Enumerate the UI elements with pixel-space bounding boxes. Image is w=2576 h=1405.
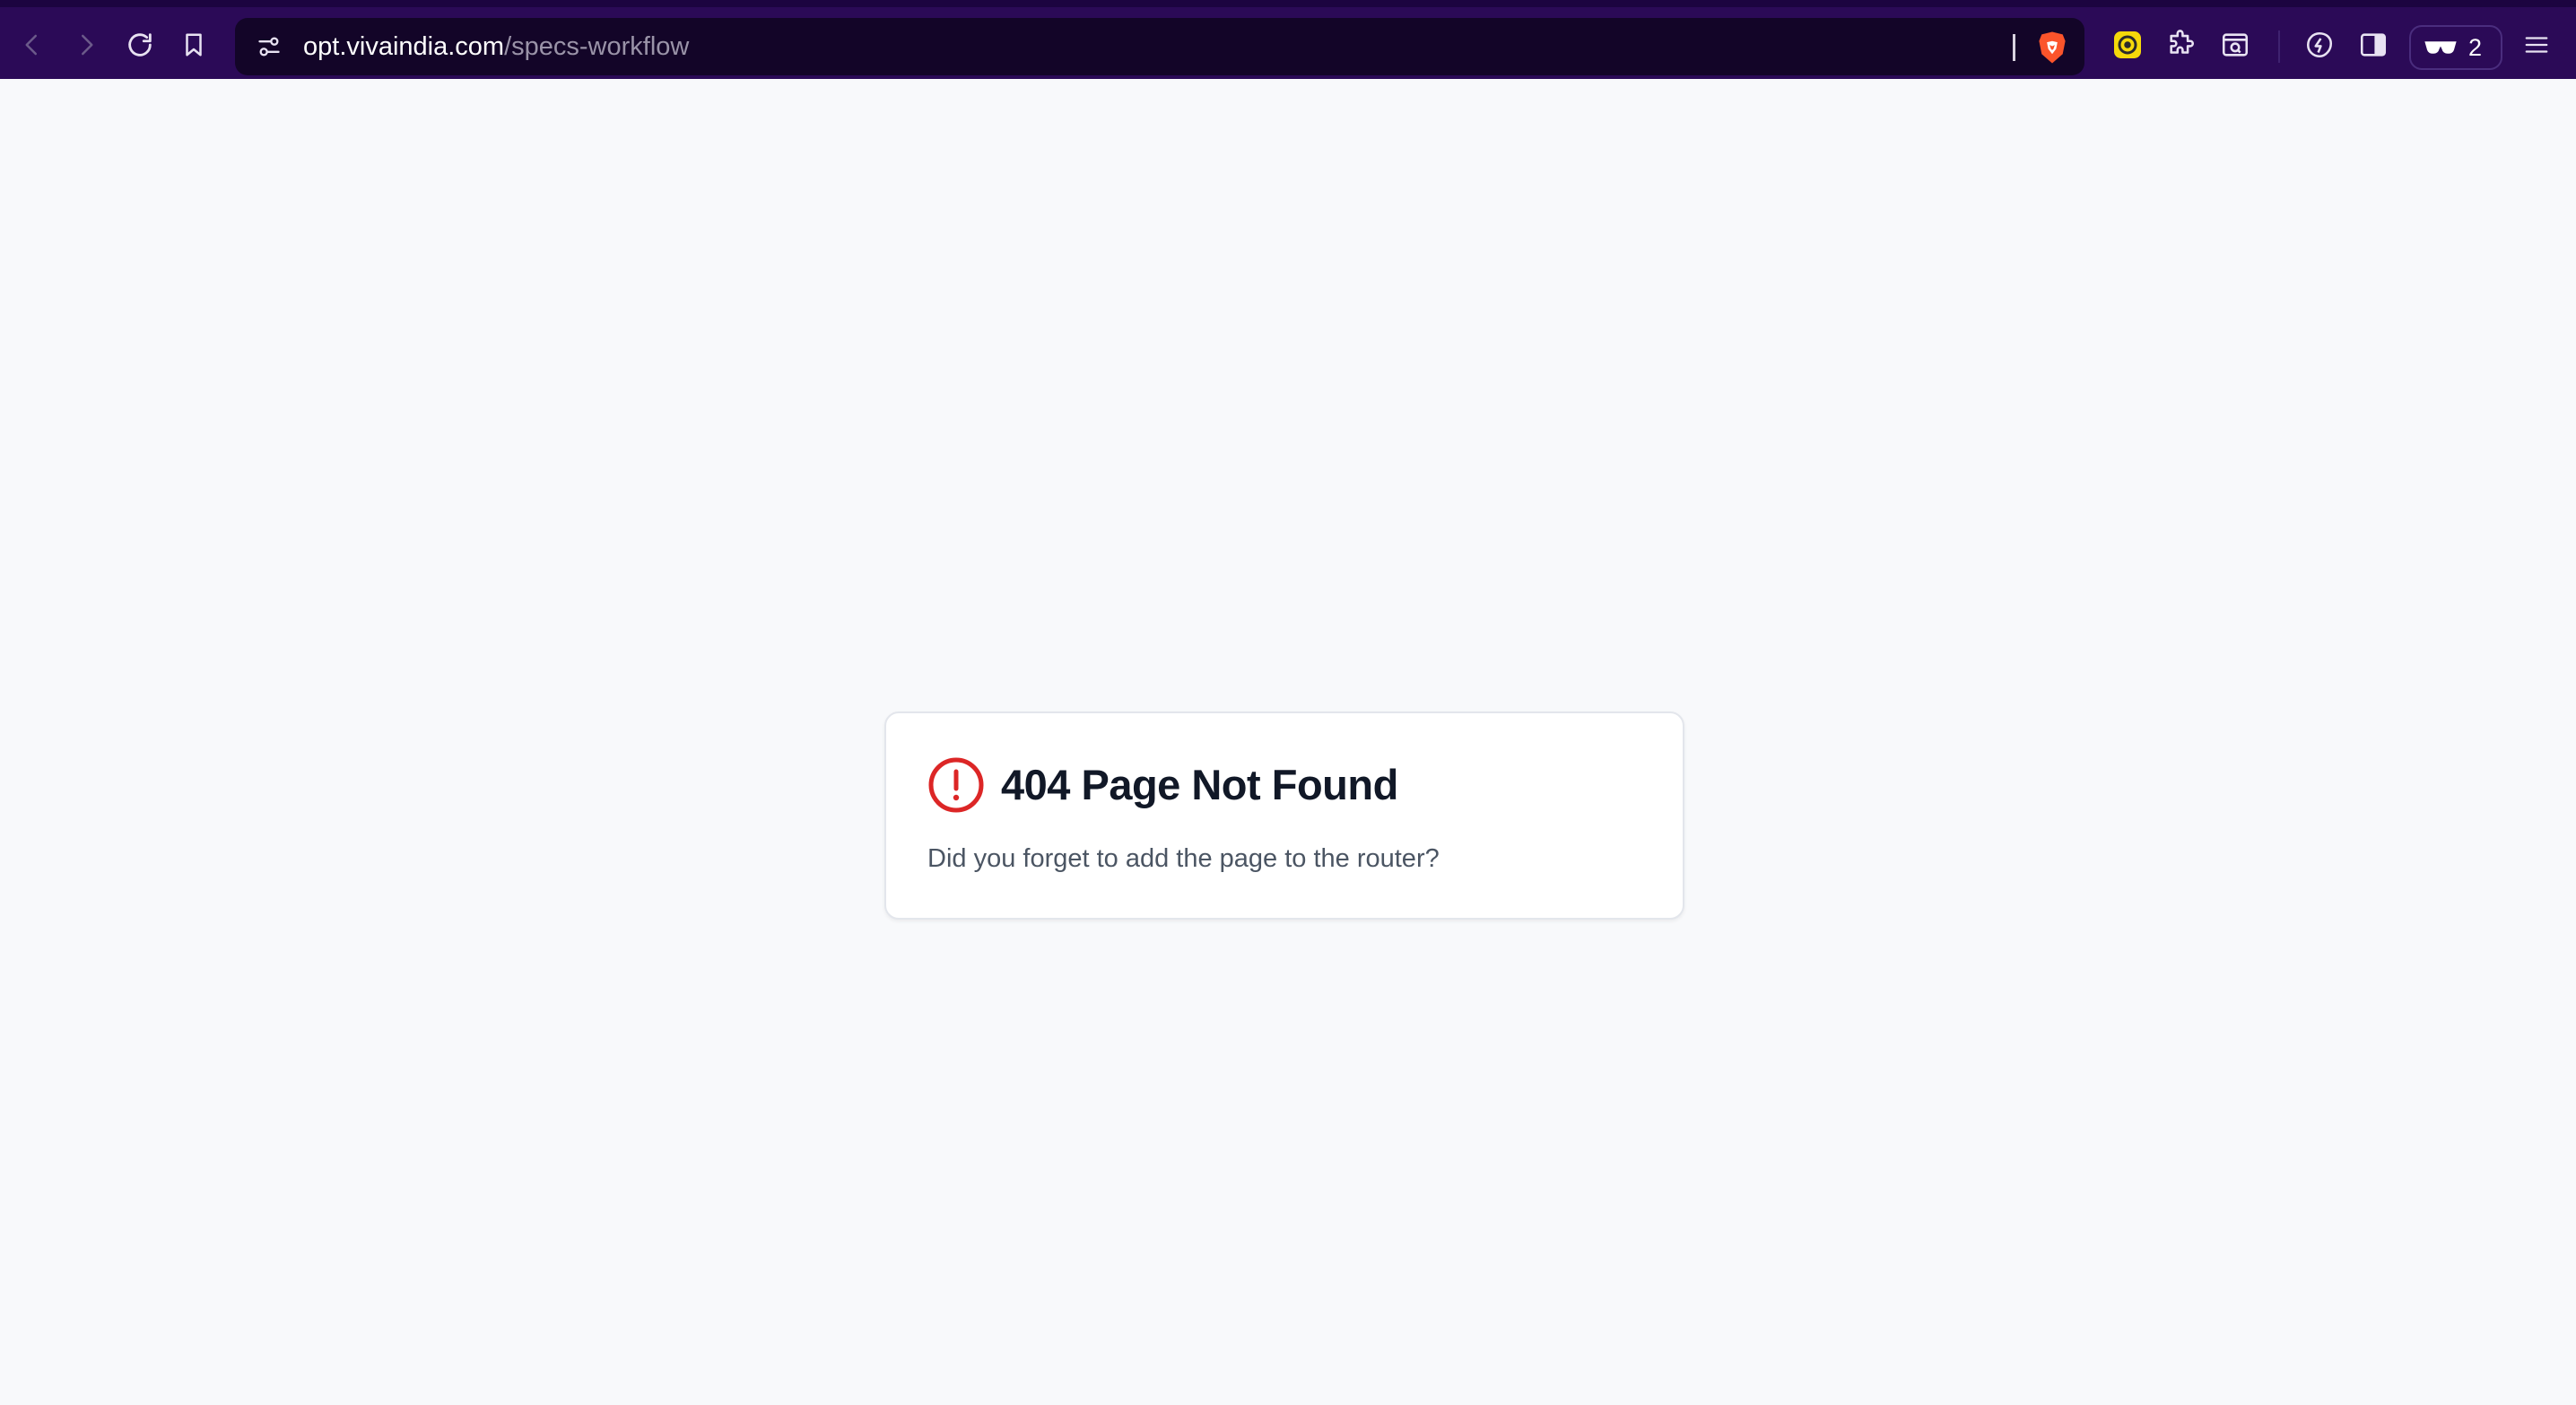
extensions-button[interactable] [2158, 22, 2205, 68]
tab-search-icon [2220, 30, 2250, 60]
url-host: opt.vivaindia.com [303, 32, 505, 61]
glasses-icon [2424, 37, 2458, 63]
wallet-button[interactable]: 2 [2409, 25, 2502, 70]
forward-arrow-icon [73, 31, 100, 58]
reload-icon [125, 30, 155, 60]
toolbar-divider [2278, 31, 2280, 63]
extension-button-1[interactable] [2104, 22, 2151, 68]
address-bar[interactable]: opt.vivaindia.com/specs-workflow [235, 18, 2084, 75]
reload-button[interactable] [117, 22, 163, 68]
brave-shield-icon[interactable] [2036, 31, 2068, 65]
yellow-extension-icon [2111, 29, 2144, 61]
browser-toolbar: opt.vivaindia.com/specs-workflow 2 [0, 0, 2576, 79]
alert-circle-icon [927, 756, 985, 814]
bookmark-button[interactable] [170, 22, 217, 68]
back-button[interactable] [9, 22, 56, 68]
leo-ai-icon [2304, 30, 2335, 60]
url-text[interactable]: opt.vivaindia.com/specs-workflow [303, 18, 689, 75]
forward-button[interactable] [63, 22, 109, 68]
page-title: 404 Page Not Found [1001, 761, 1398, 808]
sidebar-button[interactable] [2350, 22, 2397, 68]
back-arrow-icon [19, 31, 46, 58]
url-path: /specs-workflow [504, 32, 690, 61]
puzzle-icon [2166, 30, 2197, 60]
menu-button[interactable] [2513, 22, 2560, 68]
hamburger-menu-icon [2521, 31, 2552, 58]
tune-icon[interactable] [253, 31, 285, 63]
error-message: Did you forget to add the page to the ro… [927, 844, 1440, 873]
text-cursor [2013, 34, 2015, 61]
not-found-card: 404 Page Not Found Did you forget to add… [884, 711, 1684, 920]
bookmark-icon [180, 31, 207, 59]
sidebar-icon [2358, 30, 2389, 60]
tab-search-button[interactable] [2212, 22, 2258, 68]
leo-button[interactable] [2296, 22, 2343, 68]
wallet-count: 2 [2468, 34, 2483, 61]
